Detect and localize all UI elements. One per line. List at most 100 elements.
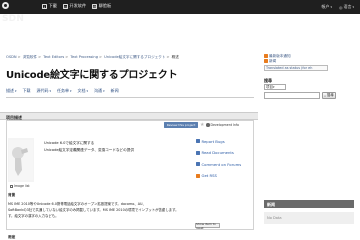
search-button-label: 搜尋 [326,93,334,97]
chevron-down-icon: ▾ [49,89,52,93]
tab-label: 源代码 [36,88,49,93]
nav-forum[interactable]: ▤ 聊脸板 [92,3,111,9]
tab-news[interactable]: 新闻 [111,88,119,94]
account-label: 帳户 [321,4,330,9]
translation-status-label: Translated as status (for eh [266,66,313,70]
body-line: MS IME 2010等やUnicode 6.0携帯電話絵文字のオープン拡張提案… [8,202,146,206]
translation-status-button[interactable]: Translated as status (for eh [264,65,328,71]
nav-download-label: 下載 [48,3,57,8]
forum-icon [196,162,200,166]
rss-links: 最新版本通知 新闻 [264,54,291,64]
breadcrumb-item[interactable]: Text Editors [43,55,64,59]
account-menu[interactable]: 帳户 ▾ [321,4,332,10]
top-nav: ↓ 下載 ▭ 开发软件 ▤ 聊脸板 [42,3,111,9]
top-bar: SDN ↓ 下載 ▭ 开发软件 ▤ 聊脸板 帳户 ▾ ◎ 语言 ▾ [0,0,360,24]
info-icon [206,123,210,127]
chevron-down-icon: ▾ [86,89,89,93]
breadcrumb-item[interactable]: Unicode絵文字に関するプロジェクト [104,55,165,59]
report-bugs-link[interactable]: Report Bugs [196,138,252,144]
rss-news-label: 新闻 [269,59,277,63]
folder-icon: ▭ [62,3,68,9]
action-label: Comment on Forums [201,161,242,167]
rss-icon [264,59,268,63]
breadcrumb: OSDN> 浏覧软件> Text Editors> Text Processin… [6,55,179,59]
tab-label: 沟通 [94,88,103,93]
nav-forum-label: 聊脸板 [98,3,112,8]
rss-icon [264,54,268,58]
image-list-link[interactable]: Image list [10,184,30,188]
breadcrumb-item[interactable]: Text Processing [70,55,98,59]
rss-icon [196,173,200,178]
tab-label: 下载 [22,88,31,93]
star-icon[interactable]: ★ [200,122,204,128]
development-info-link[interactable]: Development Info [206,122,239,128]
body-line: す。絵文字の漢字の入力なども。 [8,214,59,218]
comment-forums-link[interactable]: Comment on Forums [196,161,252,167]
breadcrumb-current: 概述 [171,55,179,59]
top-right-menu: 帳户 ▾ ◎ 语言 ▾ [321,4,354,10]
news-panel: No Data [264,212,354,224]
logo-circle-icon [2,2,9,9]
description-line: Unicode 6.0で絵文字に関する [44,141,95,145]
rss-link-label: 最新版本通知 [269,54,291,58]
chevron-down-icon: ▾ [70,89,72,93]
rss-news-link[interactable]: 新闻 [264,59,291,64]
image-list-label: Image list [14,184,30,188]
usage-heading: 用途 [8,235,16,239]
logo-text: SDN [2,14,25,24]
action-label: Report Bugs [201,138,225,144]
tab-tickets[interactable]: 任务单 ▾ [57,88,72,94]
language-menu[interactable]: ◎ 语言 ▾ [339,4,354,10]
development-info-label: Development Info [210,123,240,127]
search-scope-value: 项目 [266,84,273,89]
chevron-down-icon: ▾ [15,89,17,93]
background-heading: 背景 [8,193,16,197]
tab-download[interactable]: 下载 [23,88,31,94]
tab-description[interactable]: 描述 ▾ [6,88,17,94]
description-line: Unicode絵文字定義関連データ、変換コードなどの提供 [44,148,134,152]
page-title: Unicode絵文字に関するプロジェクト [6,70,178,81]
search-input[interactable] [264,92,320,99]
nav-develop-label: 开发软件 [69,3,87,8]
review-project-button[interactable]: Review this project [164,122,198,128]
bug-icon [196,139,200,143]
project-screenshot[interactable] [8,138,34,182]
nav-download[interactable]: ↓ 下載 [42,3,57,9]
show-more-button[interactable]: Show item to reset [195,221,220,230]
screenshot-placeholder-icon [9,140,33,180]
show-more-label: Show item to reset [196,221,216,230]
download-icon: ↓ [42,3,47,9]
project-actions: Report Bugs Read Documents Comment on Fo… [196,138,252,184]
chevron-down-icon: ▾ [352,5,354,9]
read-documents-link[interactable]: Read Documents [196,150,252,156]
body-line: SoftBankの3社で共通していない絵文字のみ掲載しています。MS IME 2… [8,208,179,212]
image-icon [10,184,13,188]
news-heading: 新闻 [267,201,275,207]
tab-label: 新闻 [110,88,119,93]
nav-develop[interactable]: ▭ 开发软件 [62,3,87,9]
tab-docs[interactable]: 文档 ▾ [78,88,89,94]
news-empty-text: No Data [267,216,282,220]
tab-label: 描述 [6,88,14,93]
project-tabs: 描述 ▾ 下载 源代码 ▾ 任务单 ▾ 文档 ▾ 沟通 ▾ 新闻 [6,88,119,94]
tab-communication[interactable]: 沟通 ▾ [94,88,105,94]
action-label: Get RSS [201,173,217,178]
review-button-label: Review this project [166,123,196,127]
tab-label: 文档 [77,88,86,93]
tab-label: 任务单 [57,88,70,93]
search-button[interactable]: ⌕ 搜尋 [322,92,336,99]
description-header: 项目描述 [0,112,258,120]
chevron-down-icon: ▾ [273,85,275,89]
osdn-logo[interactable]: SDN [2,1,30,24]
breadcrumb-item[interactable]: 浏覧软件 [23,55,37,59]
tab-source-code[interactable]: 源代码 ▾ [37,88,52,94]
tabs-divider [6,97,254,98]
breadcrumb-item[interactable]: OSDN [6,55,17,59]
get-rss-link[interactable]: Get RSS [196,173,252,179]
chevron-down-icon: ▾ [330,5,332,9]
news-header: 新闻 [264,200,354,208]
search-scope-select[interactable]: 项目 ▾ [264,84,286,90]
action-label: Read Documents [201,150,234,155]
globe-icon: ◎ [338,4,343,10]
document-icon [196,150,200,155]
